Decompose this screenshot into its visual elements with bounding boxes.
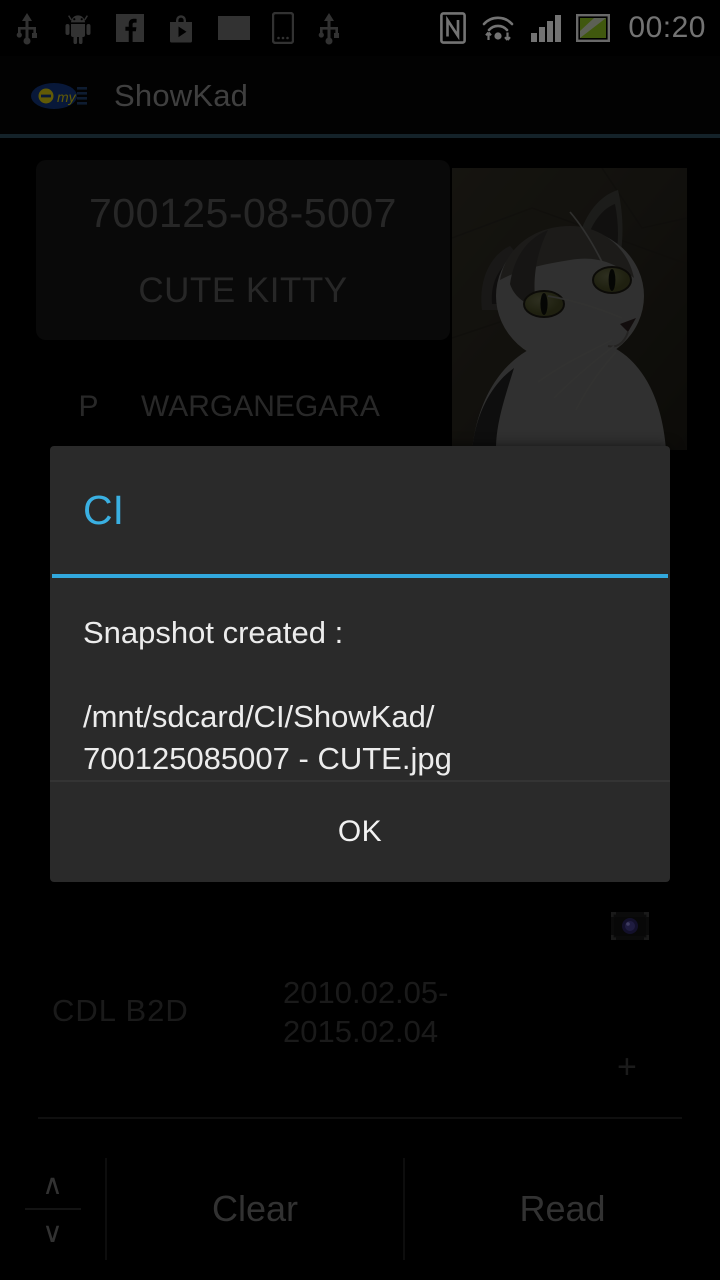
dialog-title: CI — [83, 486, 124, 533]
dialog-title-bar: CI — [50, 446, 670, 574]
phone-screen: 00:20 my ShowKad 700125-08-5007 — [0, 0, 720, 1280]
dialog-body: Snapshot created : /mnt/sdcard/CI/ShowKa… — [50, 578, 670, 780]
ok-button[interactable]: OK — [290, 801, 430, 863]
dialog-message: Snapshot created : /mnt/sdcard/CI/ShowKa… — [83, 615, 452, 776]
dialog-button-bar: OK — [50, 780, 670, 882]
snapshot-dialog: CI Snapshot created : /mnt/sdcard/CI/Sho… — [50, 446, 670, 882]
